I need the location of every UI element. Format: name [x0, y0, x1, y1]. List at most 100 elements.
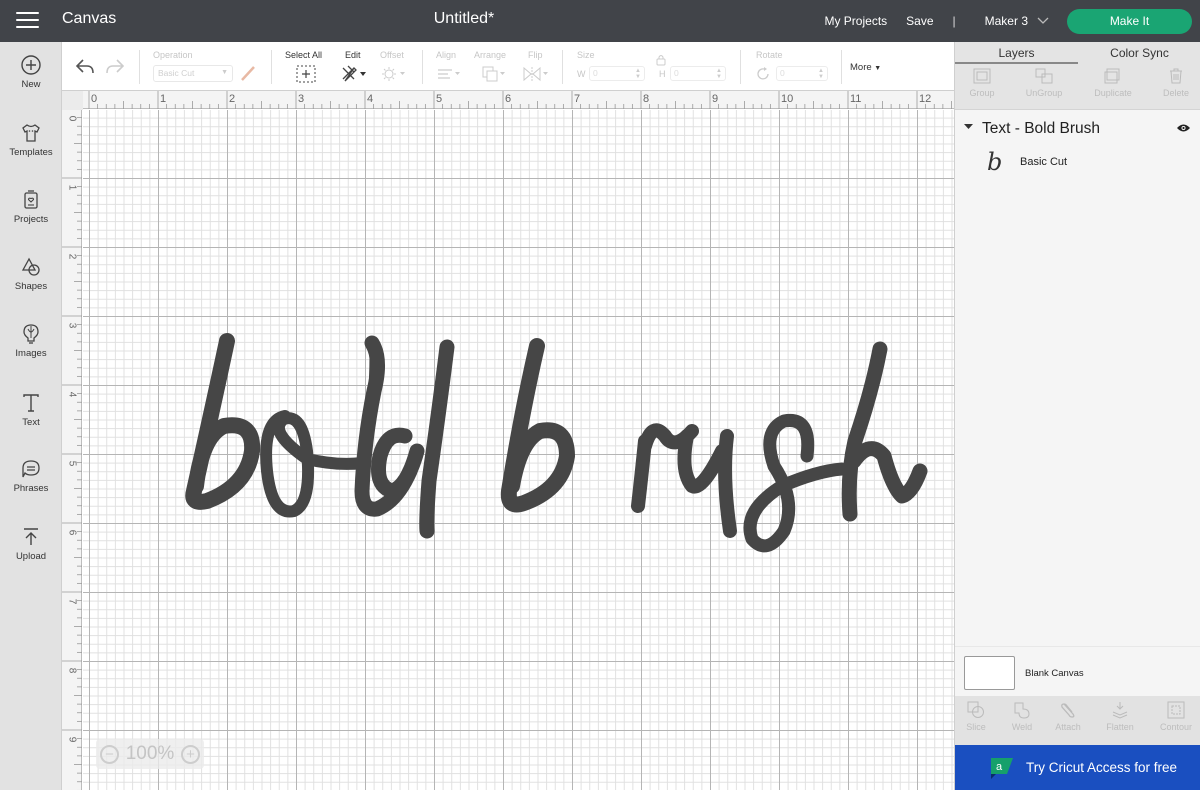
weld-button[interactable]: Weld — [1007, 701, 1037, 732]
sidebar-label: Images — [15, 348, 47, 359]
my-projects-link[interactable]: My Projects — [824, 14, 887, 28]
operation-select[interactable]: Basic Cut ▼ — [153, 65, 233, 82]
flip-icon[interactable] — [522, 66, 550, 82]
top-bar: Canvas Untitled* My Projects Save | Make… — [0, 0, 1200, 42]
zoom-control: − 100% + — [96, 739, 204, 769]
sidebar-item-projects[interactable]: Projects — [0, 189, 62, 225]
select-all-label: Select All — [285, 50, 323, 60]
layer-name: Text - Bold Brush — [982, 120, 1101, 137]
more-menu[interactable]: More ▼ — [850, 62, 881, 73]
sidebar-item-upload[interactable]: Upload — [0, 526, 62, 562]
sidebar-label: Phrases — [13, 483, 49, 494]
edit-toolbar: Operation Basic Cut ▼ Select All Edit Of… — [62, 42, 954, 91]
sidebar-item-templates[interactable]: Templates — [0, 122, 62, 158]
ungroup-button[interactable]: UnGroup — [1019, 68, 1069, 98]
sublayer-item[interactable]: b Basic Cut — [955, 146, 1200, 178]
contour-button[interactable]: Contour — [1155, 701, 1197, 732]
canvas-color-swatch[interactable] — [964, 656, 1015, 690]
flatten-button[interactable]: Flatten — [1102, 701, 1138, 732]
duplicate-button[interactable]: Duplicate — [1087, 68, 1139, 98]
upload-icon — [24, 528, 38, 545]
tshirt-icon — [22, 124, 40, 142]
glyph-b — [185, 333, 261, 510]
edit-tools-icon[interactable] — [340, 64, 368, 82]
sidebar-label: Text — [22, 417, 40, 428]
eye-icon[interactable] — [1176, 123, 1191, 133]
blank-canvas-row: Blank Canvas — [955, 646, 1200, 696]
sublayer-operation: Basic Cut — [1020, 156, 1068, 168]
caret-down-icon: ▼ — [874, 65, 882, 72]
sidebar-label: New — [21, 79, 41, 90]
select-all-icon[interactable] — [296, 65, 316, 83]
stepper-icon[interactable]: ▲ ▼ — [716, 68, 722, 80]
sidebar-item-images[interactable]: Images — [0, 323, 62, 359]
sidebar-item-phrases[interactable]: Phrases — [0, 458, 62, 494]
height-value: 0 — [674, 68, 679, 78]
rotate-icon[interactable] — [755, 66, 771, 82]
lightbulb-icon — [23, 324, 39, 344]
shapes-icon — [21, 257, 40, 276]
svg-text:a: a — [996, 761, 1003, 773]
weld-icon — [1014, 702, 1030, 719]
offset-label: Offset — [380, 50, 404, 60]
redo-icon[interactable] — [105, 58, 125, 76]
group-icon — [973, 68, 991, 84]
sidebar-label: Upload — [15, 551, 47, 562]
group-label: Group — [969, 88, 995, 98]
width-label: W — [577, 69, 586, 79]
tab-color-sync[interactable]: Color Sync — [1078, 42, 1200, 64]
paperclip-icon — [1061, 703, 1075, 718]
sidebar-label: Projects — [13, 214, 49, 225]
blank-canvas-label: Blank Canvas — [1025, 668, 1084, 679]
sidebar-item-text[interactable]: Text — [0, 392, 62, 428]
caret-down-icon[interactable] — [964, 124, 973, 130]
text-artwork[interactable] — [62, 91, 954, 790]
rotate-input[interactable]: 0 ▲ ▼ — [776, 66, 828, 81]
speech-bubble-icon — [22, 460, 40, 478]
divider: | — [952, 14, 956, 28]
delete-button[interactable]: Delete — [1157, 68, 1195, 98]
lock-icon[interactable] — [656, 54, 666, 66]
dropdown-caret-icon: ▼ — [221, 69, 228, 76]
group-button[interactable]: Group — [961, 68, 1003, 98]
stepper-icon[interactable]: ▲ ▼ — [635, 68, 641, 80]
machine-select[interactable]: Maker 3 — [985, 14, 1049, 28]
layer-thumbnail: b — [987, 148, 1003, 176]
contour-label: Contour — [1159, 722, 1193, 732]
design-canvas[interactable]: 0 1 2 3 4 5 6 7 8 9 10 11 12 0123456789 − — [62, 91, 954, 790]
offset-icon[interactable] — [380, 66, 408, 82]
sidebar-item-shapes[interactable]: Shapes — [0, 256, 62, 292]
width-value: 0 — [593, 68, 598, 78]
tab-layers[interactable]: Layers — [955, 42, 1078, 64]
make-it-button[interactable]: Make It — [1067, 8, 1192, 34]
attach-label: Attach — [1055, 722, 1081, 732]
stepper-icon[interactable]: ▲ ▼ — [818, 68, 824, 80]
save-button[interactable]: Save — [906, 14, 933, 28]
chevron-down-icon — [1037, 17, 1049, 24]
attach-button[interactable]: Attach — [1051, 701, 1085, 732]
operation-value: Basic Cut — [158, 68, 195, 78]
zoom-in-button[interactable]: + — [180, 744, 200, 764]
slice-button[interactable]: Slice — [961, 701, 991, 732]
align-icon[interactable] — [436, 67, 462, 81]
glyph-h — [841, 341, 928, 522]
width-input[interactable]: 0 ▲ ▼ — [589, 66, 645, 81]
slice-icon — [967, 701, 984, 718]
flatten-icon — [1112, 702, 1128, 719]
pen-color-icon[interactable] — [239, 64, 257, 82]
undo-icon[interactable] — [75, 58, 95, 76]
size-label: Size — [577, 50, 595, 60]
height-input[interactable]: 0 ▲ ▼ — [670, 66, 726, 81]
flatten-label: Flatten — [1106, 722, 1134, 732]
layer-toolbar: Group UnGroup Duplicate Delete — [955, 64, 1200, 110]
sidebar-item-new[interactable]: New — [0, 54, 62, 90]
zoom-out-button[interactable]: − — [100, 744, 119, 764]
access-banner-text: Try Cricut Access for free — [1026, 760, 1178, 775]
cricut-access-banner[interactable]: a Try Cricut Access for free — [955, 745, 1200, 790]
arrange-icon[interactable] — [481, 65, 507, 83]
zoom-level: 100% — [125, 743, 175, 764]
glyph-u — [677, 429, 737, 538]
document-title[interactable]: Untitled* — [0, 10, 928, 28]
layer-item[interactable]: Text - Bold Brush — [955, 118, 1200, 140]
duplicate-label: Duplicate — [1094, 88, 1132, 98]
